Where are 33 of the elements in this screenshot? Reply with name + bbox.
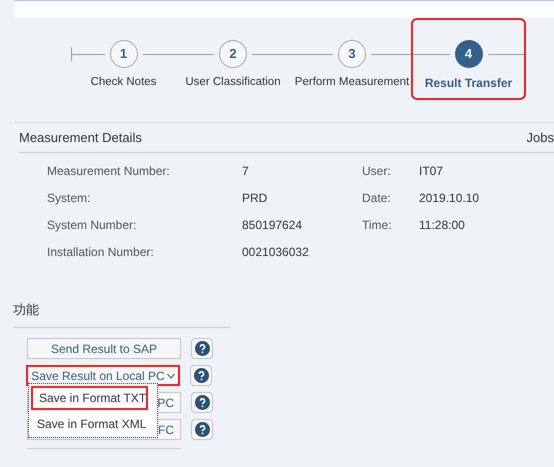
field-value: PRD [242,190,268,206]
chevron-down-icon [166,372,175,378]
help-button[interactable] [191,338,213,359]
field-value: 850197624 [242,217,304,233]
section-title: Measurement Details [19,128,142,147]
field-value: 2019.10.10 [419,190,480,206]
help-icon [194,395,210,410]
action-button[interactable]: Send Result to SAP [27,338,181,359]
menu-item[interactable]: Save in Format TXT [31,386,148,410]
help-button[interactable] [190,365,212,386]
field-value: IT07 [419,163,444,179]
help-icon [194,341,210,356]
field-label: Measurement Number: [47,163,171,179]
section-title: Jobs [526,128,554,147]
field-value: 0021036032 [242,244,310,260]
help-icon [194,422,210,437]
step-label: User Classification [185,75,281,90]
field-label: User: [362,163,392,179]
field-label: Time: [362,217,393,233]
help-icon [194,368,208,383]
field-value: 11:28:00 [419,217,466,233]
help-button[interactable] [191,419,213,440]
field-value: 7 [242,163,250,179]
field-label: Date: [362,190,392,206]
menu-item[interactable]: Save in Format XML [31,412,148,436]
field-label: System Number: [47,217,138,233]
field-label: System: [47,190,92,206]
step-label: Perform Measurement [294,75,410,90]
field-label: Installation Number: [47,244,155,260]
step-label: Check Notes [90,75,156,90]
step-label: Result Transfer [424,75,512,92]
section-title: 功能 [13,302,39,317]
help-button[interactable] [191,392,213,413]
